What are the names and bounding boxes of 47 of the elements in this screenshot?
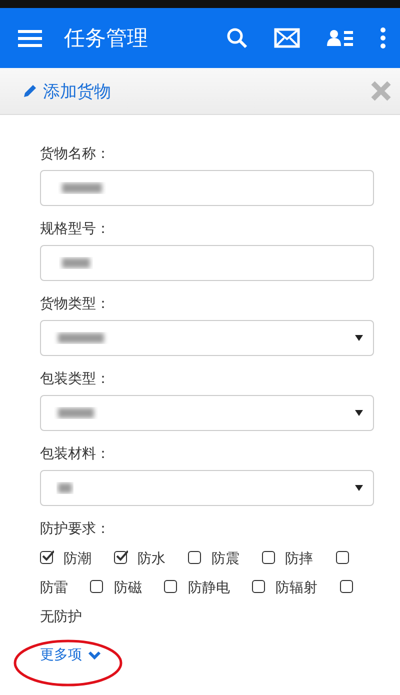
select-field[interactable] [40,470,374,506]
input-field[interactable] [40,170,374,206]
checkbox-label: 防潮 [63,551,92,567]
checkbox[interactable] [262,551,275,564]
blurred-value [58,408,94,418]
caret-icon [355,410,363,416]
checkbox-label: 无防护 [40,609,82,625]
checkbox-label: 防雷 [40,580,68,596]
field-label: 货物名称： [40,145,111,163]
checkbox[interactable] [188,551,201,564]
checkbox-label: 防静电 [188,580,230,596]
field-label: 货物类型： [40,295,111,313]
checkbox[interactable] [340,580,354,593]
field-label: 防护要求： [40,520,111,538]
select-field[interactable] [40,320,374,356]
checkbox[interactable] [90,580,104,593]
checkbox-label: 防摔 [285,551,314,567]
blurred-value [62,183,102,193]
checkbox[interactable] [252,580,266,593]
field-label: 包装材料： [40,445,111,463]
checkbox[interactable] [164,580,178,593]
pencil-icon [22,83,38,99]
checkbox-label: 防震 [211,551,240,567]
field-label: 包装类型： [40,370,111,388]
blurred-value [58,483,72,493]
app-title: 任务管理 [64,25,149,52]
search-icon[interactable] [226,27,248,49]
checkbox[interactable] [114,551,127,564]
mail-icon[interactable] [274,28,300,48]
more-link[interactable]: 更多项 [24,636,115,674]
chevron-down-icon [88,650,101,660]
caret-icon [355,485,363,491]
checkbox-label: 防辐射 [276,580,318,596]
field-label: 规格型号： [40,220,111,238]
checkbox[interactable] [40,551,53,564]
checkbox-label: 防磁 [114,580,142,596]
select-field[interactable] [40,395,374,431]
blurred-value [62,258,90,268]
checkbox[interactable] [336,551,349,564]
checkbox-label: 防水 [137,551,166,567]
blurred-value [58,333,104,343]
more-options-icon[interactable] [380,27,386,49]
panel-title: 添加货物 [43,80,112,102]
caret-icon [355,335,363,341]
contact-card-icon[interactable] [326,29,354,47]
input-field[interactable] [40,245,374,281]
menu-icon[interactable] [18,29,42,47]
